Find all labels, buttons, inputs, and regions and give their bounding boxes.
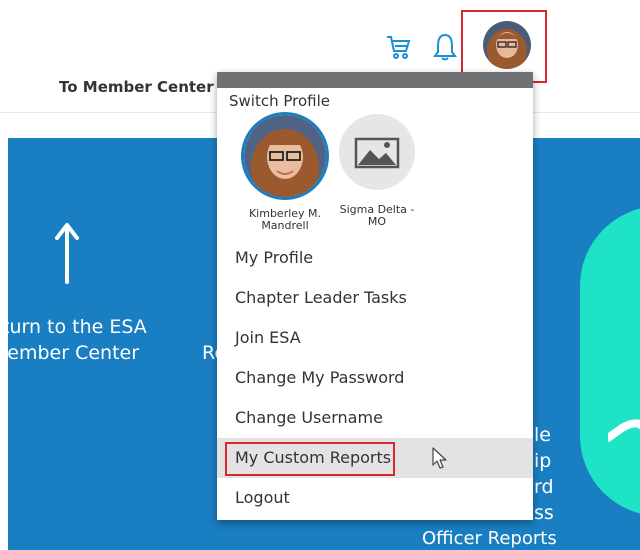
- menu-item-label: Logout: [235, 488, 290, 507]
- profile-name-line: Mandrell: [261, 219, 309, 232]
- menu-item-my-custom-reports[interactable]: My Custom Reports: [217, 438, 533, 478]
- arrow-up-icon: [55, 223, 79, 284]
- member-center-text[interactable]: lember Center: [8, 342, 139, 364]
- avatar[interactable]: [483, 21, 531, 69]
- profile-photo-image: [244, 115, 326, 197]
- menu-item-label: Change Username: [235, 408, 383, 427]
- partial-text: le: [534, 424, 551, 446]
- profile-name: Kimberley M. Mandrell: [239, 208, 331, 232]
- menu-item-chapter-leader-tasks[interactable]: Chapter Leader Tasks: [217, 278, 533, 318]
- menu-item-label: Chapter Leader Tasks: [235, 288, 407, 307]
- partial-text: ip: [534, 450, 552, 472]
- menu-item-join-esa[interactable]: Join ESA: [217, 318, 533, 358]
- avatar-photo: [483, 21, 531, 69]
- cart-icon[interactable]: [384, 33, 412, 61]
- image-placeholder-icon: [354, 137, 400, 169]
- menu-item-my-profile[interactable]: My Profile: [217, 238, 533, 278]
- profile-photo: [241, 112, 329, 200]
- bell-icon[interactable]: [432, 32, 458, 62]
- switch-profile-title: Switch Profile: [229, 92, 331, 110]
- officer-reports-link[interactable]: Officer Reports: [422, 528, 557, 549]
- menu-item-label: Change My Password: [235, 368, 405, 387]
- profile-option-kimberley[interactable]: Kimberley M. Mandrell: [239, 112, 331, 232]
- profile-dropdown-menu: Switch Profile Kimberley M. Mandrell Sig…: [217, 72, 533, 520]
- menu-item-logout[interactable]: Logout: [217, 478, 533, 518]
- member-center-link[interactable]: To Member Center: [59, 78, 214, 96]
- profile-name-line: MO: [367, 215, 387, 228]
- decorative-bracket: [608, 419, 640, 442]
- return-esa-text[interactable]: turn to the ESA: [8, 316, 147, 338]
- mouse-cursor-icon: [432, 447, 447, 469]
- placeholder-image: [339, 114, 415, 190]
- decorative-shape: [580, 206, 640, 516]
- dropdown-top-bar: [217, 72, 533, 88]
- menu-item-label: Join ESA: [235, 328, 301, 347]
- partial-text: rd: [534, 476, 554, 498]
- red-highlight-box: [225, 442, 395, 476]
- partial-text: ss: [534, 502, 554, 524]
- profile-name: Sigma Delta - MO: [337, 204, 417, 228]
- menu-item-change-password[interactable]: Change My Password: [217, 358, 533, 398]
- profile-option-sigma-delta[interactable]: Sigma Delta - MO: [337, 114, 417, 228]
- menu-item-change-username[interactable]: Change Username: [217, 398, 533, 438]
- menu-item-label: My Profile: [235, 248, 314, 267]
